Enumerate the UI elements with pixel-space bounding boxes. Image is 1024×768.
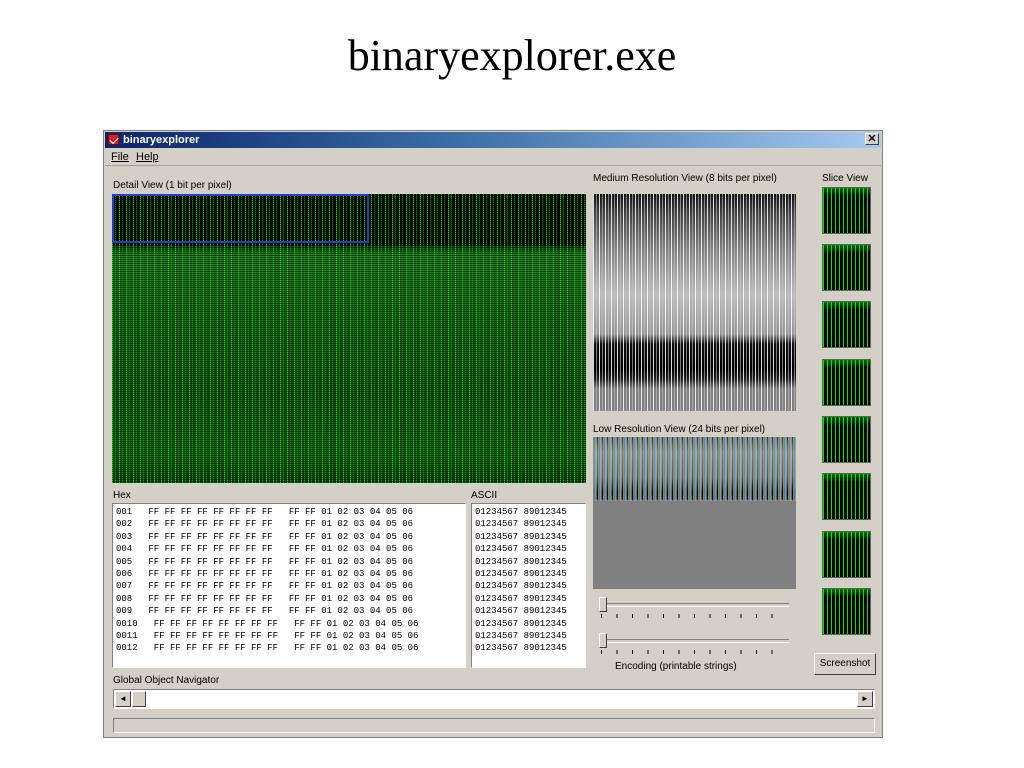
hex-row: 0012 FF FF FF FF FF FF FF FF FF FF 01 02… bbox=[116, 643, 419, 654]
ascii-row: 01234567 89012345 bbox=[475, 643, 567, 654]
slice-thumbnail[interactable] bbox=[822, 531, 871, 578]
slider-encoding[interactable] bbox=[599, 633, 789, 655]
ascii-label: ASCII bbox=[471, 490, 498, 501]
scroll-left-arrow-icon[interactable]: ◄ bbox=[115, 691, 131, 707]
slide-title: binaryexplorer.exe bbox=[347, 31, 677, 80]
ascii-row: 01234567 89012345 bbox=[475, 606, 567, 617]
menu-file[interactable]: File bbox=[111, 150, 129, 164]
ascii-row: 01234567 89012345 bbox=[475, 618, 567, 629]
slider-1-thumb[interactable] bbox=[599, 597, 607, 612]
global-navigator-scrollbar[interactable]: ◄ ► bbox=[113, 689, 875, 709]
slice-thumbnail[interactable] bbox=[822, 187, 871, 234]
slider-encoding-track bbox=[599, 639, 789, 643]
navigator-label: Global Object Navigator bbox=[113, 675, 220, 686]
hex-row: 005 FF FF FF FF FF FF FF FF FF FF 01 02 … bbox=[116, 556, 414, 567]
hex-rows: 001 FF FF FF FF FF FF FF FF FF FF 01 02 … bbox=[116, 506, 418, 655]
slider-1-track bbox=[599, 603, 789, 607]
menu-bar: File Help bbox=[105, 149, 881, 166]
ascii-row: 01234567 89012345 bbox=[475, 531, 567, 542]
detail-view-bitmap[interactable] bbox=[112, 194, 586, 483]
slider-1[interactable] bbox=[599, 597, 789, 619]
slice-thumbnail[interactable] bbox=[822, 416, 871, 463]
encoding-label: Encoding (printable strings) bbox=[615, 661, 737, 672]
hex-row: 009 FF FF FF FF FF FF FF FF FF FF 01 02 … bbox=[116, 606, 414, 617]
status-bar bbox=[113, 718, 875, 733]
scroll-right-arrow-icon[interactable]: ► bbox=[857, 691, 873, 707]
ascii-row: 01234567 89012345 bbox=[475, 507, 567, 517]
ascii-row: 01234567 89012345 bbox=[475, 631, 567, 642]
hex-row: 007 FF FF FF FF FF FF FF FF FF FF 01 02 … bbox=[116, 581, 414, 592]
slider-1-ticks bbox=[601, 614, 787, 618]
ascii-row: 01234567 89012345 bbox=[475, 581, 567, 592]
slice-thumbnail[interactable] bbox=[822, 473, 871, 520]
ascii-row: 01234567 89012345 bbox=[475, 519, 567, 530]
title-bar[interactable]: binaryexplorer ✕ bbox=[105, 132, 881, 148]
hex-row: 003 FF FF FF FF FF FF FF FF FF FF 01 02 … bbox=[116, 531, 414, 542]
slice-thumbnail[interactable] bbox=[822, 301, 871, 348]
low-resolution-bitmap[interactable] bbox=[593, 437, 796, 589]
hex-row: 001 FF FF FF FF FF FF FF FF FF FF 01 02 … bbox=[116, 507, 414, 517]
hex-row: 008 FF FF FF FF FF FF FF FF FF FF 01 02 … bbox=[116, 593, 414, 604]
ascii-row: 01234567 89012345 bbox=[475, 544, 567, 555]
hex-panel[interactable]: 001 FF FF FF FF FF FF FF FF FF FF 01 02 … bbox=[112, 503, 466, 668]
ascii-panel[interactable]: 01234567 89012345 01234567 89012345 012345… bbox=[471, 503, 586, 668]
ascii-row: 01234567 89012345 bbox=[475, 556, 567, 567]
hex-row: 002 FF FF FF FF FF FF FF FF FF FF 01 02 … bbox=[116, 519, 414, 530]
slice-view-label: Slice View bbox=[822, 173, 868, 184]
low-view-label: Low Resolution View (24 bits per pixel) bbox=[593, 424, 766, 435]
medium-view-label: Medium Resolution View (8 bits per pixel… bbox=[593, 173, 777, 184]
slice-thumbnail[interactable] bbox=[822, 359, 871, 406]
detail-selection-rect[interactable] bbox=[112, 194, 369, 243]
detail-view-label: Detail View (1 bit per pixel) bbox=[113, 180, 232, 191]
hex-row: 0010 FF FF FF FF FF FF FF FF FF FF 01 02… bbox=[116, 618, 419, 629]
menu-help[interactable]: Help bbox=[136, 150, 159, 164]
close-button[interactable]: ✕ bbox=[865, 133, 879, 145]
screenshot-button[interactable]: Screenshot bbox=[814, 653, 876, 675]
ascii-rows: 01234567 89012345 01234567 89012345 012345… bbox=[475, 506, 567, 655]
hex-label: Hex bbox=[113, 490, 131, 501]
ascii-row: 01234567 89012345 bbox=[475, 593, 567, 604]
slider-encoding-ticks bbox=[601, 650, 787, 654]
slider-encoding-thumb[interactable] bbox=[599, 633, 607, 648]
hex-row: 006 FF FF FF FF FF FF FF FF FF FF 01 02 … bbox=[116, 569, 414, 580]
scroll-thumb[interactable] bbox=[132, 691, 146, 707]
app-icon bbox=[108, 134, 119, 145]
app-window: binaryexplorer ✕ File Help Detail View (… bbox=[103, 130, 883, 738]
slice-thumbnail[interactable] bbox=[822, 244, 871, 291]
slice-thumbnail[interactable] bbox=[822, 588, 871, 635]
hex-row: 004 FF FF FF FF FF FF FF FF FF FF 01 02 … bbox=[116, 544, 414, 555]
hex-row: 0011 FF FF FF FF FF FF FF FF FF FF 01 02… bbox=[116, 631, 419, 642]
medium-resolution-bitmap[interactable] bbox=[593, 194, 796, 411]
window-title: binaryexplorer bbox=[123, 134, 200, 146]
ascii-row: 01234567 89012345 bbox=[475, 569, 567, 580]
